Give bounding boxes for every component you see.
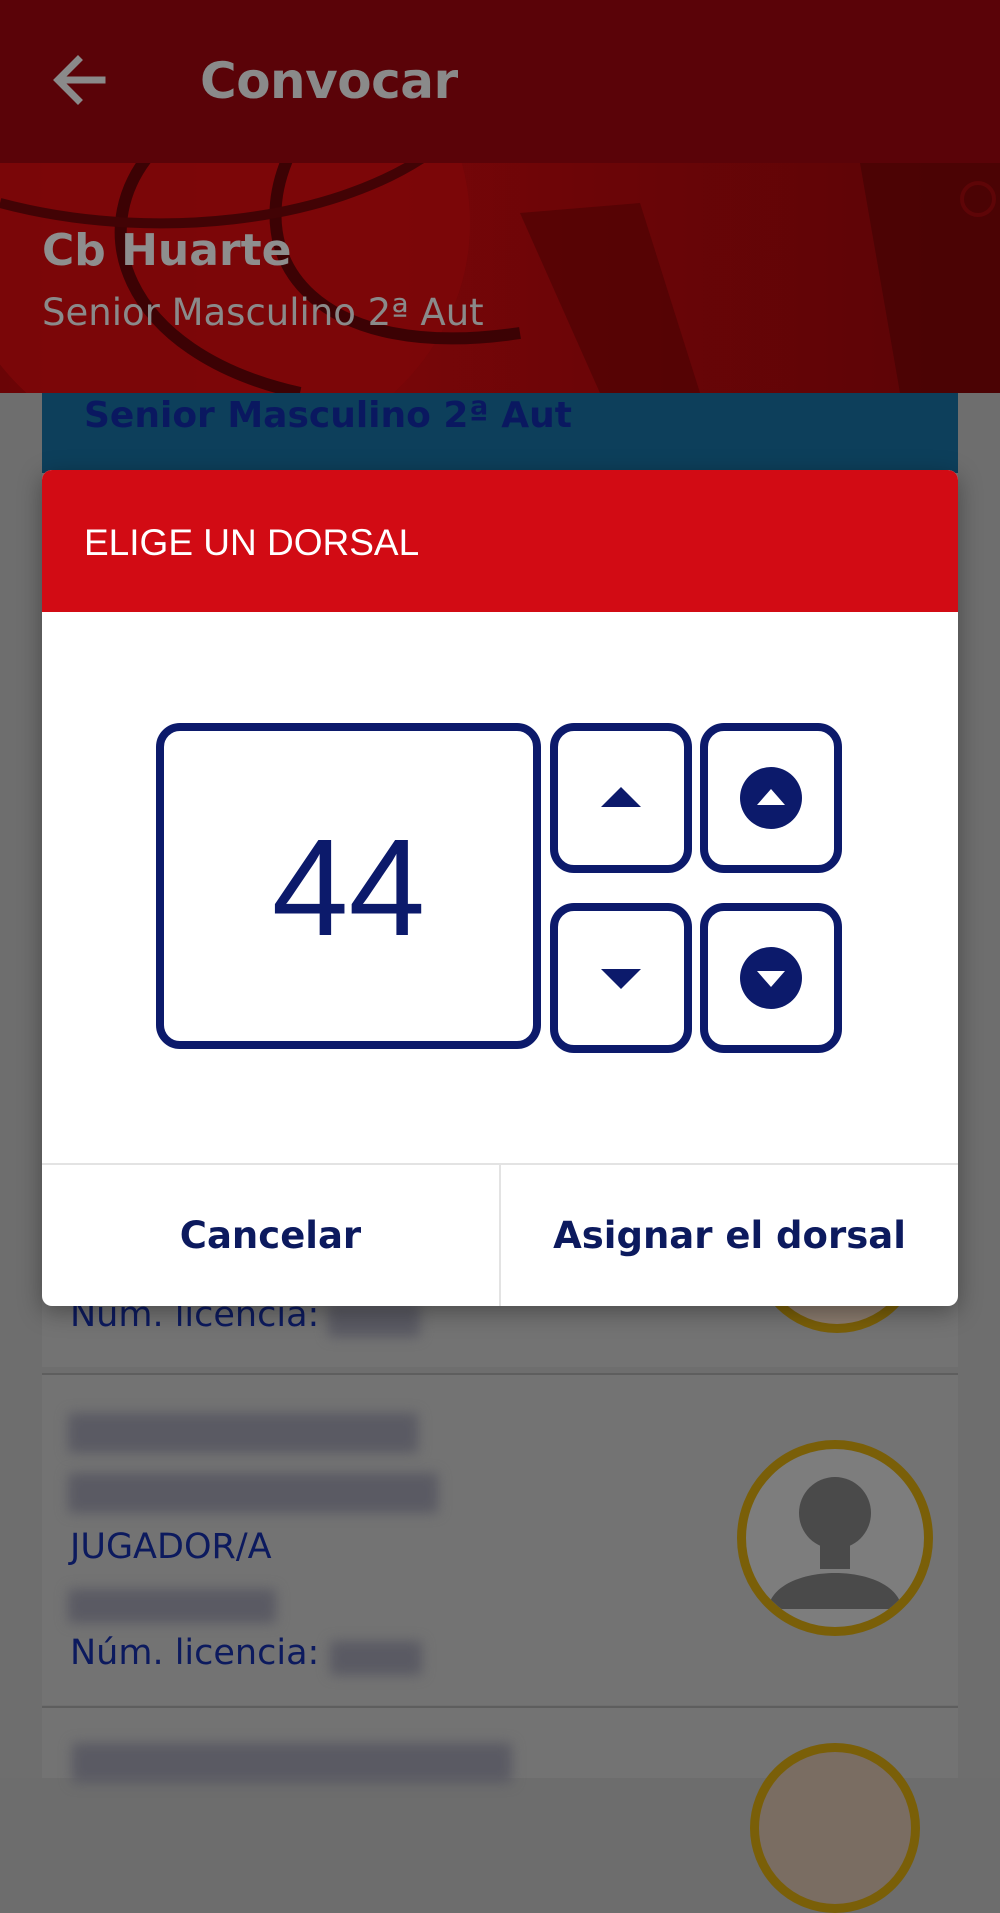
license-number-redacted bbox=[328, 1303, 420, 1337]
increment-button[interactable] bbox=[550, 723, 692, 873]
number-value: 44 bbox=[271, 810, 426, 965]
back-button[interactable] bbox=[44, 44, 116, 116]
avatar bbox=[750, 1743, 920, 1913]
category-section-header: Senior Masculino 2ª Aut bbox=[42, 393, 958, 473]
choose-number-dialog: ELIGE UN DORSAL 44 Cancelar Asignar el d… bbox=[42, 470, 958, 1306]
player-name-redacted bbox=[68, 1413, 418, 1453]
increment-fast-button[interactable] bbox=[700, 723, 842, 873]
number-display: 44 bbox=[156, 723, 541, 1049]
team-name: Cb Huarte bbox=[42, 225, 292, 276]
team-banner: Cb Huarte Senior Masculino 2ª Aut bbox=[0, 163, 1000, 393]
player-role: JUGADOR/A bbox=[70, 1527, 272, 1567]
decrement-fast-button[interactable] bbox=[700, 903, 842, 1053]
banner-background-image bbox=[0, 163, 1000, 393]
decrement-button[interactable] bbox=[550, 903, 692, 1053]
section-header-label: Senior Masculino 2ª Aut bbox=[84, 395, 573, 436]
player-birthdate-redacted bbox=[68, 1589, 276, 1623]
caret-up-icon bbox=[601, 787, 641, 807]
circle-caret-up-icon bbox=[740, 767, 802, 829]
person-silhouette-icon bbox=[768, 1477, 902, 1609]
player-surname-redacted bbox=[68, 1473, 438, 1513]
dialog-header: ELIGE UN DORSAL bbox=[42, 470, 958, 612]
license-label: Núm. licencia: bbox=[70, 1633, 320, 1673]
arrow-left-icon bbox=[53, 55, 106, 105]
dialog-title: ELIGE UN DORSAL bbox=[84, 522, 420, 563]
team-category: Senior Masculino 2ª Aut bbox=[42, 291, 484, 334]
cancel-button[interactable]: Cancelar bbox=[42, 1165, 499, 1306]
player-name-redacted bbox=[72, 1743, 512, 1783]
assign-number-button[interactable]: Asignar el dorsal bbox=[501, 1165, 958, 1306]
avatar bbox=[737, 1440, 933, 1636]
caret-down-icon bbox=[601, 969, 641, 989]
app-bar-title: Convocar bbox=[200, 52, 458, 110]
circle-caret-down-icon bbox=[740, 947, 802, 1009]
license-number-redacted bbox=[330, 1641, 422, 1675]
app-bar: Convocar bbox=[0, 0, 1000, 163]
screen: Convocar Cb Huarte Senior Masculino 2ª A… bbox=[0, 0, 1000, 1913]
